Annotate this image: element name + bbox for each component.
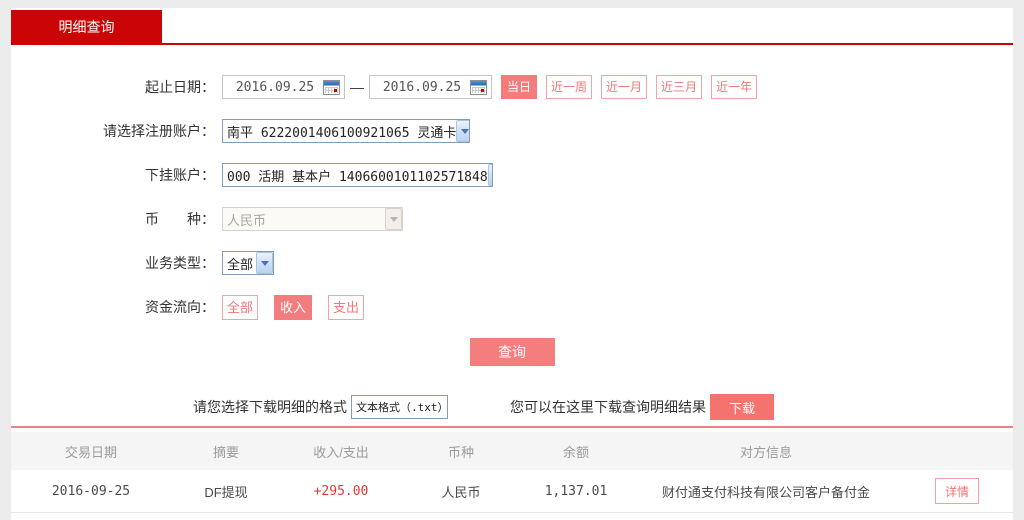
cell-counterparty: 财付通支付科技有限公司客户备付金 bbox=[631, 482, 901, 501]
download-format-value: 文本格式（.txt） bbox=[356, 399, 448, 415]
cell-currency: 人民币 bbox=[401, 482, 521, 501]
table-header-row: 交易日期 摘要 收入/支出 币种 余额 对方信息 bbox=[11, 432, 1013, 470]
header-balance: 余额 bbox=[521, 442, 631, 461]
flow-all-button[interactable]: 全部 bbox=[222, 295, 258, 320]
header-amount: 收入/支出 bbox=[281, 442, 401, 461]
date-range-label: 起止日期： bbox=[11, 77, 215, 97]
query-form: 起止日期： 2016.09.25 — 2016.09.25 当日 近一周 近一月… bbox=[11, 65, 1013, 329]
calendar-icon[interactable] bbox=[470, 80, 487, 95]
chevron-down-icon bbox=[385, 208, 402, 230]
sub-account-row: 下挂账户： 000 活期 基本户 1406600101102571848 bbox=[11, 153, 1013, 197]
download-row: 请您选择下载明细的格式 文本格式（.txt） 您可以在这里下载查询明细结果 下载 bbox=[11, 393, 1013, 421]
header-trade-date: 交易日期 bbox=[11, 442, 171, 461]
business-type-value: 全部 bbox=[227, 254, 253, 273]
download-format-label: 请您选择下载明细的格式 bbox=[193, 397, 347, 417]
chevron-down-icon bbox=[488, 164, 493, 186]
calendar-icon[interactable] bbox=[323, 80, 340, 95]
download-hint: 您可以在这里下载查询明细结果 bbox=[510, 397, 706, 417]
range-month-button[interactable]: 近一月 bbox=[601, 75, 647, 99]
registered-account-value: 南平 6222001406100921065 灵通卡 bbox=[227, 122, 456, 141]
chevron-down-icon bbox=[456, 120, 470, 142]
table-separator bbox=[11, 426, 1013, 428]
cell-summary: DF提现 bbox=[171, 482, 281, 501]
cell-balance: 1,137.01 bbox=[521, 484, 631, 499]
date-separator: — bbox=[350, 79, 364, 95]
download-button[interactable]: 下载 bbox=[710, 394, 774, 420]
fund-flow-row: 资金流向： 全部 收入 支出 bbox=[11, 285, 1013, 329]
content-panel: 明细查询 起止日期： 2016.09.25 — 2016.09.25 当日 近一… bbox=[11, 8, 1013, 520]
start-date-value: 2016.09.25 bbox=[227, 80, 323, 95]
chevron-down-icon bbox=[256, 252, 273, 274]
business-type-row: 业务类型： 全部 bbox=[11, 241, 1013, 285]
cell-actions: 详情 bbox=[901, 478, 1013, 504]
sub-account-label: 下挂账户： bbox=[11, 165, 215, 185]
range-week-button[interactable]: 近一周 bbox=[546, 75, 592, 99]
table-row: 2016-09-25 DF提现 +295.00 人民币 1,137.01 财付通… bbox=[11, 470, 1013, 513]
cell-trade-date: 2016-09-25 bbox=[11, 484, 171, 499]
flow-expense-button[interactable]: 支出 bbox=[328, 295, 364, 320]
business-type-label: 业务类型： bbox=[11, 253, 215, 273]
range-three-months-button[interactable]: 近三月 bbox=[656, 75, 702, 99]
query-button[interactable]: 查询 bbox=[470, 338, 555, 366]
cell-amount: +295.00 bbox=[281, 484, 401, 499]
currency-row: 币 种： 人民币 bbox=[11, 197, 1013, 241]
tab-detail-query[interactable]: 明细查询 bbox=[11, 10, 162, 45]
currency-label: 币 种： bbox=[11, 209, 215, 229]
end-date-value: 2016.09.25 bbox=[374, 80, 470, 95]
range-today-button[interactable]: 当日 bbox=[501, 75, 537, 99]
download-format-select[interactable]: 文本格式（.txt） bbox=[351, 395, 448, 419]
flow-income-button[interactable]: 收入 bbox=[274, 295, 312, 320]
header-counterparty: 对方信息 bbox=[631, 442, 901, 461]
currency-select: 人民币 bbox=[222, 207, 403, 231]
date-range-row: 起止日期： 2016.09.25 — 2016.09.25 当日 近一周 近一月… bbox=[11, 65, 1013, 109]
registered-account-label: 请选择注册账户： bbox=[11, 121, 215, 141]
business-type-select[interactable]: 全部 bbox=[222, 251, 274, 275]
start-date-input[interactable]: 2016.09.25 bbox=[222, 75, 345, 99]
range-year-button[interactable]: 近一年 bbox=[711, 75, 757, 99]
currency-value: 人民币 bbox=[227, 210, 266, 229]
detail-button[interactable]: 详情 bbox=[935, 478, 979, 504]
registered-account-select[interactable]: 南平 6222001406100921065 灵通卡 bbox=[222, 119, 470, 143]
sub-account-value: 000 活期 基本户 1406600101102571848 bbox=[227, 166, 488, 185]
tab-bar: 明细查询 bbox=[11, 8, 1013, 45]
sub-account-select[interactable]: 000 活期 基本户 1406600101102571848 bbox=[222, 163, 493, 187]
query-row: 查询 bbox=[11, 338, 1013, 366]
registered-account-row: 请选择注册账户： 南平 6222001406100921065 灵通卡 bbox=[11, 109, 1013, 153]
end-date-input[interactable]: 2016.09.25 bbox=[369, 75, 492, 99]
header-summary: 摘要 bbox=[171, 442, 281, 461]
header-currency: 币种 bbox=[401, 442, 521, 461]
fund-flow-label: 资金流向： bbox=[11, 297, 215, 317]
